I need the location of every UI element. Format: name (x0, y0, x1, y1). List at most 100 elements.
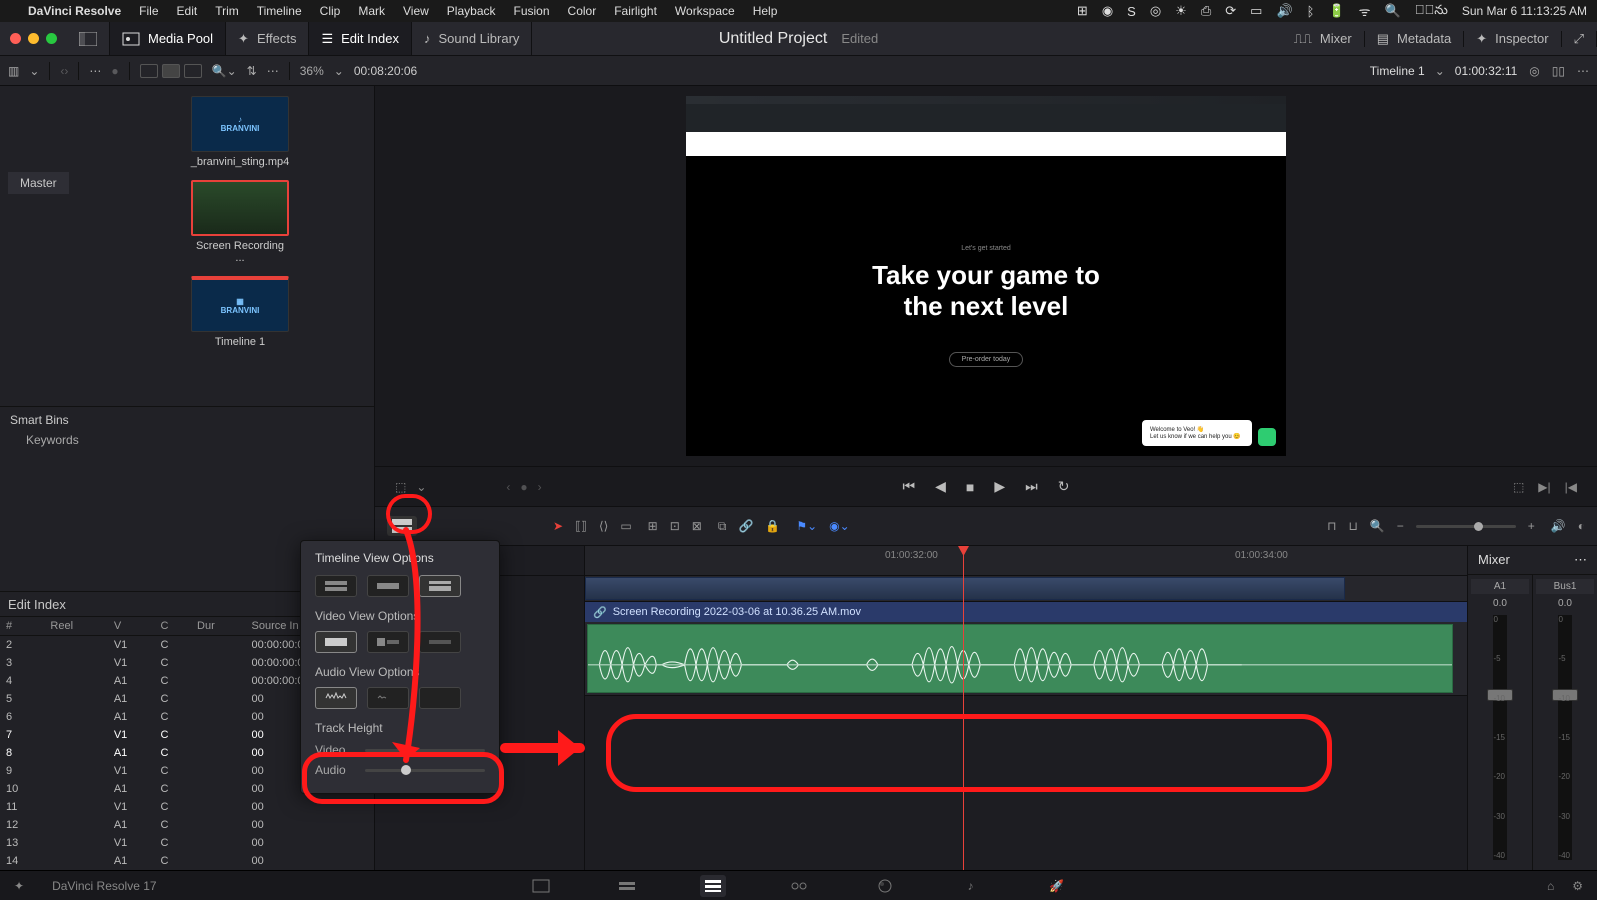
close-icon[interactable] (10, 33, 21, 44)
menu-help[interactable]: Help (753, 4, 778, 18)
layout-icon[interactable] (67, 22, 110, 55)
page-media-icon[interactable] (528, 875, 554, 897)
stop-icon[interactable]: ■ (966, 479, 974, 495)
dim-icon[interactable]: ◐ (1578, 519, 1585, 533)
col-c[interactable]: C (155, 617, 192, 636)
bin-master[interactable]: Master (8, 172, 69, 194)
next-edit-icon[interactable]: › (538, 480, 542, 494)
zoom-slider[interactable] (1416, 525, 1516, 528)
status-icon[interactable]: ◉ (1102, 3, 1113, 19)
mixer-channel[interactable]: Bus10.0 0-5-10-15-20-30-40 (1533, 575, 1597, 870)
chevron-down-icon[interactable]: ⌄ (29, 64, 39, 78)
page-cut-icon[interactable] (614, 875, 640, 897)
video-clip[interactable] (585, 577, 1345, 600)
col-num[interactable]: # (0, 617, 44, 636)
more-icon[interactable]: ⋯ (267, 64, 279, 78)
vview-filmhead-icon[interactable] (367, 631, 409, 653)
link-selection-icon[interactable]: ⊔ (1348, 519, 1357, 533)
col-dur[interactable]: Dur (191, 617, 245, 636)
play-icon[interactable]: ▶ (994, 478, 1005, 495)
fit-icon[interactable]: ⬚ (395, 480, 406, 494)
loop-icon[interactable]: ↻ (1058, 478, 1070, 495)
prev-edit-icon[interactable]: ‹ (506, 480, 510, 494)
zoom-in-icon[interactable]: + (1528, 519, 1535, 533)
metadata-button[interactable]: ▤ Metadata (1365, 31, 1465, 47)
page-color-icon[interactable] (872, 875, 898, 897)
expand-button[interactable]: ⤢ (1562, 31, 1597, 47)
menu-mark[interactable]: Mark (358, 4, 385, 18)
audio-clip[interactable] (587, 624, 1453, 693)
vview-plain-icon[interactable] (419, 631, 461, 653)
position-tool-icon[interactable]: ▭ (620, 519, 631, 533)
table-row[interactable]: 11V1C00 (0, 798, 374, 816)
go-end-icon[interactable]: ⏭ (1025, 478, 1038, 495)
view-metadata-icon[interactable] (140, 64, 158, 78)
search-icon[interactable]: 🔍 (1385, 3, 1401, 19)
status-icon[interactable]: S (1127, 4, 1136, 19)
table-row[interactable]: 12A1C00 (0, 816, 374, 834)
aview-full-icon[interactable] (315, 687, 357, 709)
viewer-frame[interactable]: Let's get started Take your game tothe n… (686, 96, 1286, 456)
inspector-button[interactable]: ✦ Inspector (1464, 31, 1561, 47)
col-reel[interactable]: Reel (44, 617, 107, 636)
sound-library-button[interactable]: ♪ Sound Library (412, 22, 532, 55)
video-height-slider[interactable] (365, 749, 485, 752)
flag-icon[interactable]: ⚑⌄ (796, 519, 817, 533)
chevron-down-icon[interactable]: ⌄ (1435, 64, 1445, 78)
control-center-icon[interactable]: �ును (1415, 2, 1448, 21)
menu-trim[interactable]: Trim (215, 4, 239, 18)
go-start-icon[interactable]: ⏮ (903, 478, 916, 495)
aview-none-icon[interactable] (419, 687, 461, 709)
menu-clip[interactable]: Clip (320, 4, 341, 18)
media-pool-button[interactable]: Media Pool (110, 22, 226, 55)
playhead[interactable] (963, 546, 964, 870)
settings-icon[interactable]: ⚙ (1572, 879, 1583, 893)
status-icon[interactable]: ◎ (1150, 3, 1161, 19)
nav-back-icon[interactable]: ‹› (60, 64, 68, 78)
audio-height-slider[interactable] (365, 769, 485, 772)
panel-layout-icon[interactable]: ▥ (8, 64, 19, 78)
replace-icon[interactable]: ⊠ (692, 519, 702, 533)
bluetooth-icon[interactable]: ᛒ (1307, 4, 1315, 19)
status-icon[interactable]: ⎙ (1201, 3, 1211, 19)
resolve-logo-icon[interactable]: ✦ (14, 879, 24, 893)
audio-monitor-icon[interactable]: 🔊 (1551, 519, 1566, 533)
page-edit-icon[interactable] (700, 875, 726, 897)
trim-tool-icon[interactable]: ⟨⟩ (599, 519, 608, 533)
zoom-label[interactable]: 36% (300, 64, 324, 78)
more-icon[interactable]: ⋯ (1574, 552, 1587, 568)
insert-icon[interactable]: ⊞ (648, 519, 658, 533)
chevron-down-icon[interactable]: ⌄ (416, 480, 426, 494)
match-frame-icon[interactable]: ⬚ (1513, 480, 1524, 494)
timeline-name[interactable]: Timeline 1 (1370, 64, 1425, 78)
tlview-stacked-icon[interactable] (315, 575, 357, 597)
record-icon[interactable]: ● (111, 64, 118, 78)
media-clip-selected[interactable]: Screen Recording ... (190, 180, 290, 264)
maximize-icon[interactable] (46, 33, 57, 44)
page-deliver-icon[interactable]: 🚀 (1044, 875, 1070, 897)
menu-color[interactable]: Color (568, 4, 597, 18)
mixer-channel[interactable]: A10.0 0-5-10-15-20-30-40 (1468, 575, 1533, 870)
go-in-icon[interactable]: ▶| (1538, 480, 1550, 494)
lock-icon[interactable]: 🔒 (765, 519, 780, 533)
page-fairlight-icon[interactable]: ♪ (958, 875, 984, 897)
smart-bins-header[interactable]: Smart Bins (10, 413, 364, 427)
blade-tool-icon[interactable]: ⟦⟧ (575, 519, 587, 533)
view-thumb-icon[interactable] (162, 64, 180, 78)
options-icon[interactable]: ⋯ (89, 64, 101, 78)
snap-icon[interactable]: ⊓ (1327, 519, 1336, 533)
status-icon[interactable]: ⟳ (1225, 3, 1236, 19)
more-icon[interactable]: ⋯ (1577, 64, 1589, 78)
wifi-icon[interactable]: ᯤ (1359, 2, 1371, 20)
menu-timeline[interactable]: Timeline (257, 4, 302, 18)
media-timeline[interactable]: ▦BRANVINI Timeline 1 (190, 276, 290, 348)
vview-thumb-icon[interactable] (315, 631, 357, 653)
selection-tool-icon[interactable]: ➤ (553, 519, 563, 533)
menu-playback[interactable]: Playback (447, 4, 496, 18)
video-track-1[interactable] (585, 576, 1467, 602)
tlview-mixed-icon[interactable] (419, 575, 461, 597)
timeline-view-options-button[interactable] (387, 516, 417, 536)
link-icon[interactable]: 🔗 (738, 519, 753, 533)
effects-button[interactable]: ✦ Effects (226, 22, 309, 55)
minimize-icon[interactable] (28, 33, 39, 44)
